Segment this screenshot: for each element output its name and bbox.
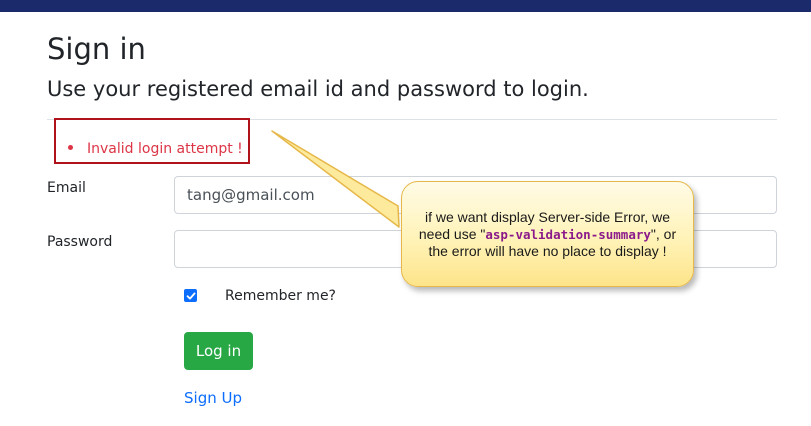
annotation-callout: if we want display Server-side Error, we…	[401, 181, 694, 287]
check-icon	[186, 292, 195, 299]
page-title: Sign in	[47, 32, 146, 66]
validation-summary: Invalid login attempt !	[54, 118, 250, 164]
bullet-icon	[68, 144, 73, 150]
remember-me-label: Remember me?	[225, 288, 336, 304]
top-navbar	[0, 0, 811, 12]
sign-up-link[interactable]: Sign Up	[184, 389, 242, 407]
error-item: Invalid login attempt !	[68, 140, 243, 158]
login-button[interactable]: Log in	[184, 332, 253, 370]
callout-code: asp-validation-summary	[485, 226, 651, 242]
page-subtitle: Use your registered email id and passwor…	[47, 77, 589, 101]
error-message: Invalid login attempt !	[87, 141, 243, 157]
callout-text: if we want display Server-side Error, we…	[418, 209, 677, 260]
remember-me-checkbox[interactable]	[184, 289, 197, 302]
password-label: Password	[47, 234, 113, 250]
email-label: Email	[47, 180, 86, 196]
